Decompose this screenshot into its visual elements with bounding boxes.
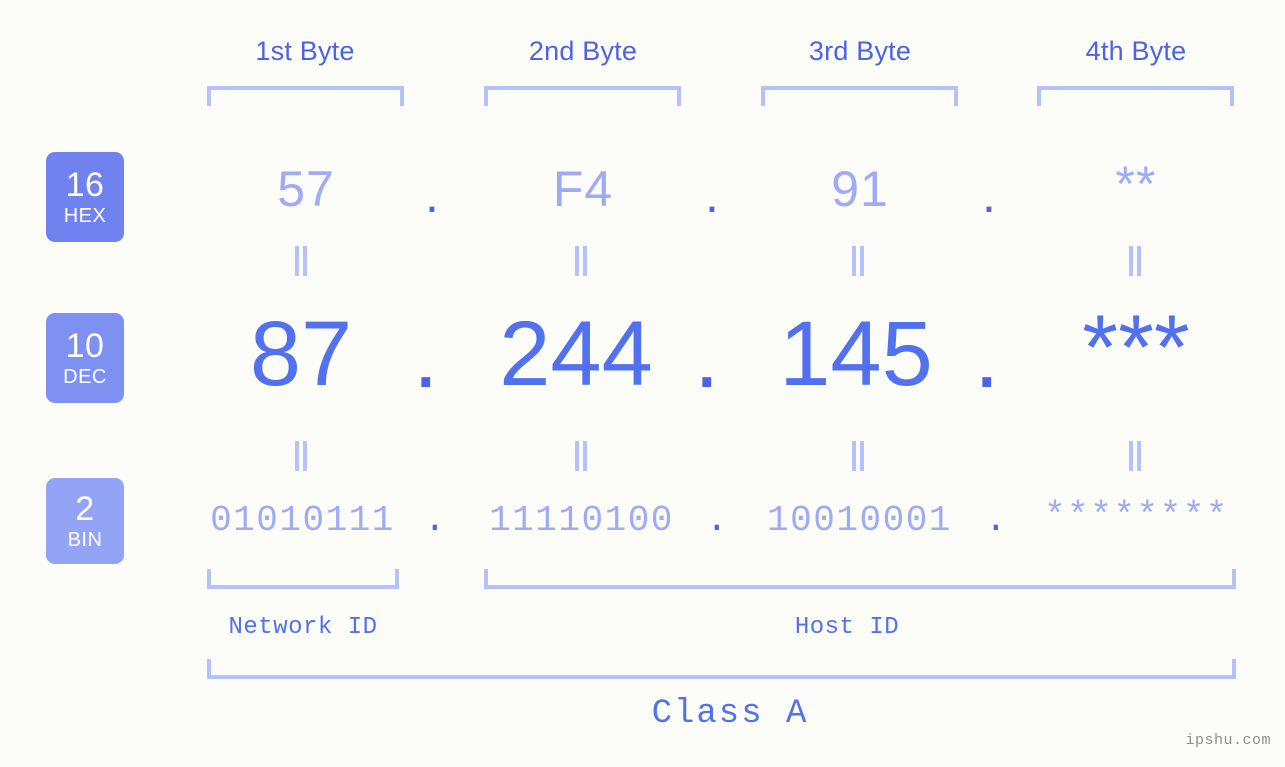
class-bracket	[207, 659, 1236, 679]
hex-byte-1-value: 57	[277, 161, 335, 217]
hex-separator-1: .	[425, 167, 439, 223]
bin-byte-3-value: 10010001	[767, 500, 952, 541]
dec-separator-1: .	[413, 305, 439, 407]
equals-mark-hex-dec-3	[851, 246, 865, 276]
bin-byte-4: ********	[1034, 496, 1239, 537]
class-label: Class A	[651, 695, 809, 733]
hex-byte-2-value: F4	[552, 161, 614, 217]
bin-byte-2-value: 11110100	[489, 500, 674, 541]
base-badge-hex: 16 HEX	[46, 152, 124, 242]
dec-byte-2: 244	[470, 302, 682, 407]
network-id-bracket	[207, 569, 399, 589]
dec-byte-1: 87	[196, 302, 406, 407]
byte-bracket-top-1	[207, 86, 404, 106]
hex-byte-4-value: **	[1115, 156, 1157, 212]
hex-byte-3-value: 91	[831, 161, 889, 217]
host-id-label: Host ID	[794, 614, 900, 641]
dec-byte-1-value: 87	[249, 303, 353, 405]
dec-byte-3: 145	[750, 302, 962, 407]
host-id-bracket	[484, 569, 1236, 589]
bin-separator-1: .	[424, 500, 446, 541]
base-badge-bin-number: 2	[75, 490, 95, 528]
dec-separator-2: .	[694, 305, 720, 407]
byte-bracket-top-2	[484, 86, 681, 106]
hex-byte-2: F4	[483, 160, 683, 218]
byte-bracket-top-4	[1037, 86, 1234, 106]
hex-separator-3: .	[982, 167, 996, 223]
bin-byte-2: 11110100	[479, 500, 684, 541]
equals-mark-dec-bin-3	[851, 441, 865, 471]
base-badge-dec-number: 10	[65, 327, 105, 365]
equals-mark-dec-bin-2	[574, 441, 588, 471]
byte-header-4: 4th Byte	[1085, 36, 1187, 66]
byte-header-2: 2nd Byte	[528, 36, 638, 66]
bin-byte-1: 01010111	[200, 500, 405, 541]
equals-mark-hex-dec-2	[574, 246, 588, 276]
bin-separator-3: .	[985, 500, 1007, 541]
equals-mark-hex-dec-4	[1128, 246, 1142, 276]
dec-byte-4: ***	[1030, 296, 1242, 401]
bin-byte-1-value: 01010111	[210, 500, 395, 541]
dec-byte-4-value: ***	[1082, 297, 1190, 399]
equals-mark-hex-dec-1	[294, 246, 308, 276]
dec-byte-3-value: 145	[779, 303, 933, 405]
base-badge-dec: 10 DEC	[46, 313, 124, 403]
byte-header-1: 1st Byte	[255, 36, 355, 66]
base-badge-hex-abbr: HEX	[63, 205, 107, 227]
base-badge-hex-number: 16	[65, 166, 105, 204]
bin-separator-2: .	[706, 500, 728, 541]
hex-byte-3: 91	[760, 160, 960, 218]
equals-mark-dec-bin-4	[1128, 441, 1142, 471]
hex-separator-2: .	[705, 167, 719, 223]
network-id-label: Network ID	[228, 614, 378, 641]
byte-header-3: 3rd Byte	[808, 36, 912, 66]
base-badge-bin: 2 BIN	[46, 478, 124, 564]
bin-byte-4-value: ********	[1044, 496, 1229, 537]
base-badge-bin-abbr: BIN	[67, 529, 103, 551]
equals-mark-dec-bin-1	[294, 441, 308, 471]
site-watermark: ipshu.com	[1185, 732, 1271, 749]
ip-address-breakdown-diagram: 1st Byte 2nd Byte 3rd Byte 4th Byte 16 H…	[0, 0, 1285, 767]
hex-byte-4: **	[1036, 155, 1236, 213]
bin-byte-3: 10010001	[757, 500, 962, 541]
byte-bracket-top-3	[761, 86, 958, 106]
hex-byte-1: 57	[206, 160, 406, 218]
dec-byte-2-value: 244	[499, 303, 653, 405]
base-badge-dec-abbr: DEC	[63, 366, 107, 388]
dec-separator-3: .	[974, 305, 1000, 407]
